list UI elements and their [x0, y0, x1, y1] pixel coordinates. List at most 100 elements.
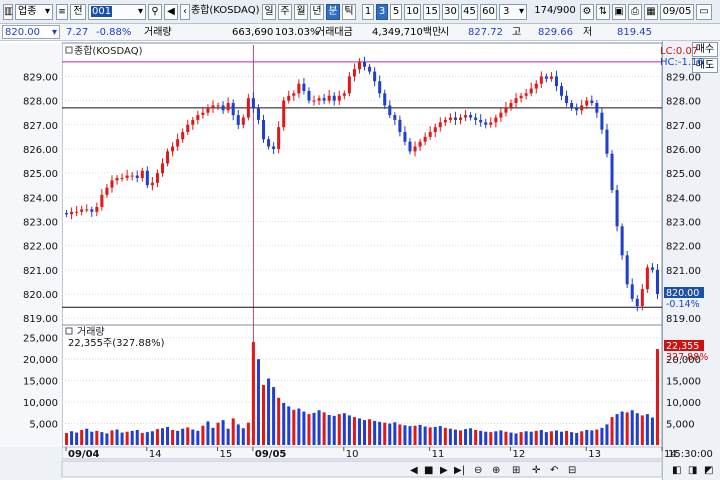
interval-button-3[interactable]: 3: [376, 4, 388, 20]
market-select[interactable]: 업종 ▾: [15, 4, 53, 20]
tools-button-icon[interactable]: ◨: [688, 465, 697, 476]
volume-bar: [95, 430, 99, 445]
scroll-stop-icon[interactable]: ■: [424, 465, 433, 476]
volume-bar: [322, 412, 326, 445]
candle-body: [342, 93, 346, 96]
candle-body: [231, 103, 235, 116]
volume-bar: [155, 429, 159, 445]
code-input[interactable]: 001 ▾: [88, 4, 146, 20]
volume-bar: [559, 431, 564, 445]
prev-item-icon[interactable]: ‹: [180, 4, 190, 20]
interval-button-30[interactable]: 30: [442, 4, 459, 20]
volume-pct: 103.03%: [275, 27, 320, 38]
candle-body: [489, 122, 493, 125]
market-list-button[interactable]: ≡: [56, 4, 68, 20]
candle-body: [302, 83, 306, 91]
undo-icon[interactable]: ↶: [550, 465, 558, 476]
candle-body: [575, 107, 579, 111]
volume-label: 거래량: [144, 27, 172, 38]
interval-button-1[interactable]: 1: [362, 4, 374, 20]
scroll-first-icon[interactable]: ◀: [410, 465, 418, 476]
candle-body: [287, 95, 291, 101]
amount-value: 4,349,710백만: [372, 27, 442, 38]
volume-bar: [236, 424, 240, 445]
volume-bar: [287, 406, 291, 445]
candle-body: [509, 103, 513, 108]
candle-body: [191, 119, 195, 125]
current-price-field[interactable]: 820.00 ▾: [2, 25, 60, 39]
interval-button-60[interactable]: 60: [480, 4, 497, 20]
layout-icon[interactable]: ▥: [3, 4, 13, 20]
period-tab-1[interactable]: 주: [278, 4, 292, 20]
volume-bar: [317, 410, 321, 445]
layout-button-icon[interactable]: ◧: [672, 465, 681, 476]
scroll-last-icon[interactable]: ▶|: [454, 465, 465, 476]
price-tick-label-left: 823.00: [23, 217, 58, 228]
minimize-icon[interactable]: ▭: [696, 4, 712, 20]
x-tick-label: 09/05: [255, 449, 287, 460]
zoom-reset-icon[interactable]: ⊞: [512, 465, 520, 476]
candle-body: [201, 112, 205, 116]
interval-button-10[interactable]: 10: [404, 4, 421, 20]
crosshair-icon[interactable]: ✛: [532, 465, 541, 476]
volume-bar: [181, 428, 185, 445]
volume-bar: [514, 433, 518, 445]
candle-body: [272, 146, 276, 149]
period-tab-5[interactable]: 틱: [342, 4, 356, 20]
candle-body: [160, 163, 165, 174]
volume-bar: [297, 408, 301, 445]
print-icon[interactable]: ⎙: [628, 4, 642, 20]
candle-body: [65, 213, 69, 215]
volume-bar: [85, 428, 89, 445]
candle-body: [438, 122, 442, 128]
period-tab-4[interactable]: 분: [326, 4, 340, 20]
zoom-out-icon[interactable]: ⊖: [474, 465, 482, 476]
volume-bar: [246, 422, 250, 445]
expand-button-icon[interactable]: ◩: [704, 465, 713, 476]
volume-bar: [191, 429, 195, 445]
date-field[interactable]: 09/05: [660, 4, 694, 20]
candle-body: [544, 76, 548, 79]
candle-body: [221, 105, 225, 111]
interval-button-15[interactable]: 15: [423, 4, 440, 20]
candle-body: [145, 170, 149, 186]
speaker-icon[interactable]: ◀: [164, 4, 178, 20]
candle-body: [75, 211, 79, 213]
candle-body: [150, 182, 154, 186]
volume-bar: [529, 431, 533, 445]
volume-bar: [70, 431, 74, 445]
zoom-in-icon[interactable]: ⊕: [492, 465, 500, 476]
candle-body: [585, 100, 589, 106]
calendar-icon[interactable]: ▦: [644, 4, 658, 20]
candle-body: [327, 95, 331, 101]
volume-bar: [171, 429, 175, 445]
market-prefix[interactable]: 전: [70, 4, 86, 20]
period-tab-0[interactable]: 일: [262, 4, 276, 20]
volume-bar: [65, 432, 69, 445]
settings-icon[interactable]: ⚙: [580, 4, 594, 20]
save-icon[interactable]: ▣: [612, 4, 626, 20]
interval-button-5[interactable]: 5: [390, 4, 402, 20]
scroll-next-icon[interactable]: ▶: [440, 465, 448, 476]
volume-bar: [206, 421, 210, 445]
period-tab-2[interactable]: 월: [294, 4, 308, 20]
candle-body: [211, 105, 215, 108]
bottom-left-corner: [0, 447, 62, 480]
interval-button-45[interactable]: 45: [461, 4, 478, 20]
ruler-icon[interactable]: ⊟: [568, 465, 576, 476]
candle-body: [650, 267, 654, 270]
candle-body: [171, 146, 175, 152]
volume-bar: [600, 427, 604, 445]
search-icon[interactable]: ⚲: [148, 4, 162, 20]
candle-body: [357, 61, 361, 70]
candle-body: [645, 267, 649, 290]
price-tick-label-right: 826.00: [666, 145, 701, 156]
interval-select[interactable]: 3 ▾: [499, 4, 527, 20]
sort-icon[interactable]: ⇅: [596, 4, 610, 20]
candle-body: [640, 289, 644, 307]
chart-area[interactable]: 819.00 819.00 820.00 820.00 821.00 821.00 822.…: [0, 41, 720, 480]
volume-bar: [135, 429, 139, 445]
price-panel-title: 종합(KOSDAQ): [74, 45, 143, 57]
period-tab-3[interactable]: 년: [310, 4, 324, 20]
candle-body: [322, 98, 326, 101]
